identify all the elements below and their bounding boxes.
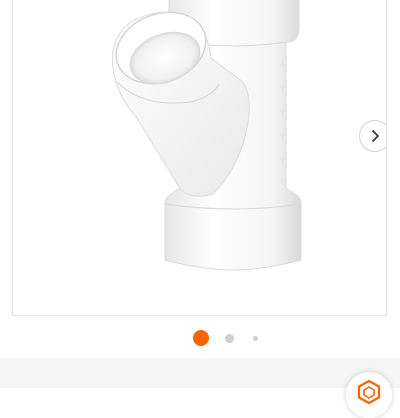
pagination-dot-3[interactable] [253, 336, 258, 341]
chevron-right-icon [372, 130, 379, 142]
product-image-frame [12, 0, 387, 316]
product-image[interactable] [13, 0, 387, 316]
section-divider-band [0, 358, 400, 388]
floating-badge-button[interactable] [346, 372, 392, 418]
next-image-button[interactable] [359, 120, 386, 152]
hexagon-badge-icon [357, 379, 381, 405]
pagination-dot-1[interactable] [193, 330, 209, 346]
carousel-pagination [0, 330, 400, 346]
pagination-dot-2[interactable] [225, 334, 234, 343]
content-area [0, 388, 400, 400]
